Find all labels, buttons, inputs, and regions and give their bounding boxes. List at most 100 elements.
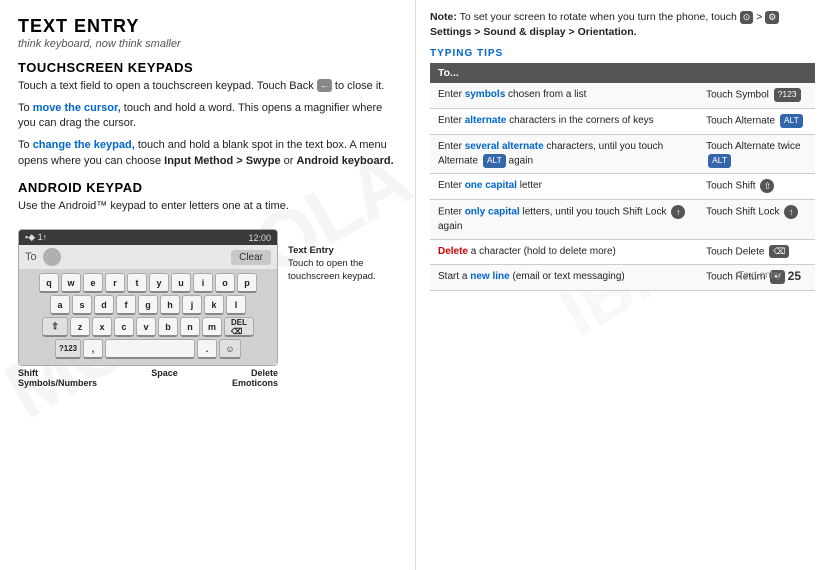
key-q[interactable]: q [39,273,59,293]
section1-body2: To move the cursor, touch and hold a wor… [18,101,397,133]
symbols-label: Symbols/Numbers [18,378,97,388]
table-cell-method: Touch Shift Lock ↑ [698,199,815,239]
key-h[interactable]: h [160,295,180,315]
table-header-method [698,63,815,83]
key-z[interactable]: z [70,317,90,337]
space-label: Space [151,368,178,388]
note-path: Settings > Sound & display > Orientation… [430,26,637,38]
key-u[interactable]: u [171,273,191,293]
table-cell-method: Touch Shift ⇧ [698,174,815,200]
delete-key[interactable]: DEL⌫ [224,317,254,337]
footer-label: Text entry [738,270,781,281]
key-b[interactable]: b [158,317,178,337]
status-time: 12:00 [248,233,271,243]
section1-title: TOUCHSCREEN KEYPADS [18,60,397,75]
note-label: Note: [430,11,457,23]
key-r[interactable]: r [105,273,125,293]
table-row: Enter only capital letters, until you to… [430,199,815,239]
key-n[interactable]: n [180,317,200,337]
section2-body: Use the Android™ keypad to enter letters… [18,199,397,215]
callout-title: Text Entry [288,245,334,256]
table-cell-method: Touch Alternate twice ALT [698,134,815,174]
callout-body: Touch to open the touchscreen keypad. [288,258,376,282]
table-cell-action: Start a new line (email or text messagin… [430,265,698,291]
clear-button[interactable]: Clear [231,250,271,265]
comma-key[interactable]: , [83,339,103,359]
emoticons-key[interactable]: ☺ [219,339,241,359]
alt-badge-3: ALT [708,154,731,168]
key-v[interactable]: v [136,317,156,337]
key-k[interactable]: k [204,295,224,315]
key-d[interactable]: d [94,295,114,315]
shiftlock-badge: ↑ [671,205,685,219]
key-g[interactable]: g [138,295,158,315]
keyboard-area: ▪◆ 1↑ 12:00 To Clear q w [18,221,278,388]
key-o[interactable]: o [215,273,235,293]
shift-badge: ⇧ [760,179,774,193]
settings-icon: ⚙ [765,11,779,24]
table-cell-method: Touch Symbol ?123 [698,83,815,108]
table-cell-action: Enter symbols chosen from a list [430,83,698,108]
key-t[interactable]: t [127,273,147,293]
symbols-key[interactable]: ?123 [55,339,81,359]
key-s[interactable]: s [72,295,92,315]
key-j[interactable]: j [182,295,202,315]
shift-label: Shift [18,368,97,378]
key-w[interactable]: w [61,273,81,293]
shift-key[interactable]: ⇧ [42,317,68,337]
left-panel: MOTOROLA TEXT ENTRY think keyboard, now … [0,0,415,570]
section1-body3: To change the keypad, touch and hold a b… [18,138,397,170]
note-section: Note: To set your screen to rotate when … [430,10,815,40]
table-row: Enter alternate characters in the corner… [430,109,815,135]
footer-page: 25 [788,269,801,283]
section2-title: ANDROID KEYPAD [18,180,397,195]
keyboard-keys: q w e r t y u i o p a [19,269,277,365]
table-cell-action: Enter only capital letters, until you to… [430,199,698,239]
period-key[interactable]: . [197,339,217,359]
right-panel: IBM Note: To set your screen to rotate w… [415,0,829,570]
table-cell-action: Enter one capital letter [430,174,698,200]
key-f[interactable]: f [116,295,136,315]
key-row-3: ⇧ z x c v b n m DEL⌫ [21,317,275,337]
section1-body1: Touch a text field to open a touchscreen… [18,79,397,95]
main-title: TEXT ENTRY [18,16,397,38]
table-cell-method: Touch Delete ⌫ [698,239,815,265]
main-subtitle: think keyboard, now think smaller [18,38,397,50]
key-l[interactable]: l [226,295,246,315]
tips-table: To... Enter symbols chosen from a list T… [430,63,815,290]
key-i[interactable]: i [193,273,213,293]
emoticons-label: Emoticons [232,378,278,388]
key-row-4: ?123 , . ☺ [21,339,275,359]
status-bar: ▪◆ 1↑ 12:00 [19,230,277,245]
record-icon [43,248,61,266]
status-icons: ▪◆ 1↑ [25,232,47,243]
symbol-badge: ?123 [774,88,801,102]
keyboard-illustration: ▪◆ 1↑ 12:00 To Clear q w [18,229,278,366]
to-label: To [25,251,37,263]
alt-badge: ALT [780,114,803,128]
key-e[interactable]: e [83,273,103,293]
key-row-1: q w e r t y u i o p [21,273,275,293]
shiftlock-badge-2: ↑ [784,205,798,219]
key-c[interactable]: c [114,317,134,337]
key-a[interactable]: a [50,295,70,315]
callout-text: Text Entry Touch to open the touchscreen… [288,245,388,283]
key-m[interactable]: m [202,317,222,337]
table-header: To... [430,63,698,83]
table-cell-action: Delete a character (hold to delete more) [430,239,698,265]
key-x[interactable]: x [92,317,112,337]
alt-badge-2: ALT [483,154,506,168]
to-row: To Clear [19,245,277,269]
table-row: Enter one capital letter Touch Shift ⇧ [430,174,815,200]
page-footer: Text entry 25 [738,269,801,283]
note-text: To set your screen to rotate when you tu… [460,11,740,23]
table-cell-method: Touch Alternate ALT [698,109,815,135]
back-btn-icon: ← [317,79,332,92]
table-cell-action: Enter alternate characters in the corner… [430,109,698,135]
table-row: Enter symbols chosen from a list Touch S… [430,83,815,108]
key-p[interactable]: p [237,273,257,293]
table-cell-action: Enter several alternate characters, unti… [430,134,698,174]
key-y[interactable]: y [149,273,169,293]
typing-tips-label: TYPING TIPS [430,48,815,59]
space-key[interactable] [105,339,195,359]
